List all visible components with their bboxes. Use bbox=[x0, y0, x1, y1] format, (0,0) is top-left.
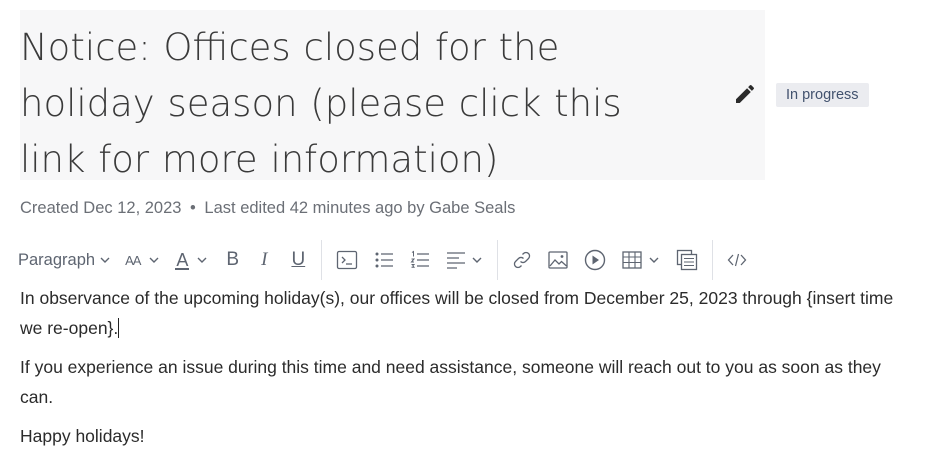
alignment-dropdown[interactable] bbox=[446, 244, 483, 276]
image-button[interactable] bbox=[548, 244, 568, 276]
chevron-down-icon bbox=[649, 257, 659, 263]
layouts-icon bbox=[677, 249, 698, 271]
text-size-dropdown[interactable]: AA bbox=[125, 244, 160, 276]
link-button[interactable] bbox=[512, 244, 532, 276]
layouts-button[interactable] bbox=[676, 244, 698, 276]
body-paragraph[interactable]: If you experience an issue during this t… bbox=[20, 353, 910, 412]
paragraph-style-dropdown[interactable]: Paragraph bbox=[18, 244, 111, 276]
meta-separator: • bbox=[190, 199, 196, 217]
paragraph-style-label: Paragraph bbox=[18, 250, 96, 269]
page-meta: Created Dec 12, 2023 • Last edited 42 mi… bbox=[20, 199, 515, 218]
table-dropdown[interactable] bbox=[622, 244, 660, 276]
created-date: Created Dec 12, 2023 bbox=[20, 199, 182, 217]
code-snippet-button[interactable] bbox=[336, 244, 358, 276]
text-cursor bbox=[118, 317, 120, 338]
title-field[interactable]: Notice: Offices closed for the holiday s… bbox=[20, 10, 765, 181]
bold-button[interactable]: B bbox=[226, 244, 239, 276]
text-size-icon: AA bbox=[125, 252, 141, 268]
code-view-button[interactable] bbox=[727, 244, 747, 276]
toolbar-divider bbox=[497, 240, 499, 280]
code-snippet-icon bbox=[337, 250, 358, 270]
numbered-list-icon bbox=[410, 250, 430, 268]
chevron-down-icon bbox=[100, 257, 110, 263]
media-icon bbox=[584, 249, 606, 271]
bullet-list-icon bbox=[375, 252, 394, 268]
page-editor: Notice: Offices closed for the holiday s… bbox=[0, 0, 925, 472]
media-button[interactable] bbox=[584, 244, 606, 276]
page-title[interactable]: Notice: Offices closed for the holiday s… bbox=[20, 20, 660, 188]
italic-icon: I bbox=[261, 249, 268, 270]
table-icon bbox=[622, 251, 642, 269]
link-icon bbox=[513, 251, 531, 269]
body-paragraph[interactable]: In observance of the upcoming holiday(s)… bbox=[20, 284, 910, 343]
chevron-down-icon bbox=[472, 257, 482, 263]
text-color-underline bbox=[175, 267, 190, 270]
chevron-down-icon bbox=[149, 257, 159, 263]
text-color-dropdown[interactable]: A bbox=[175, 244, 208, 276]
editor-toolbar: Paragraph AA A B I U bbox=[18, 240, 747, 280]
underline-button[interactable]: U bbox=[291, 244, 305, 276]
image-icon bbox=[548, 251, 568, 269]
bullet-list-button[interactable] bbox=[374, 244, 394, 276]
text-color-icon: A bbox=[175, 249, 190, 271]
bold-icon: B bbox=[226, 249, 240, 270]
last-edited: Last edited 42 minutes ago by Gabe Seals bbox=[204, 199, 516, 217]
editor-body[interactable]: In observance of the upcoming holiday(s)… bbox=[20, 284, 910, 462]
numbered-list-button[interactable] bbox=[410, 244, 430, 276]
body-paragraph-text: In observance of the upcoming holiday(s)… bbox=[20, 288, 894, 338]
toolbar-divider bbox=[321, 240, 323, 280]
align-left-icon bbox=[447, 252, 466, 269]
text-color-letter: A bbox=[176, 249, 189, 270]
code-view-icon bbox=[727, 253, 747, 267]
toolbar-divider bbox=[712, 240, 714, 280]
status-badge[interactable]: In progress bbox=[776, 83, 869, 107]
italic-button[interactable]: I bbox=[261, 244, 267, 276]
body-paragraph[interactable]: Happy holidays! bbox=[20, 422, 910, 452]
underline-icon: U bbox=[291, 249, 306, 270]
chevron-down-icon bbox=[197, 257, 207, 263]
pencil-icon[interactable] bbox=[733, 82, 757, 106]
